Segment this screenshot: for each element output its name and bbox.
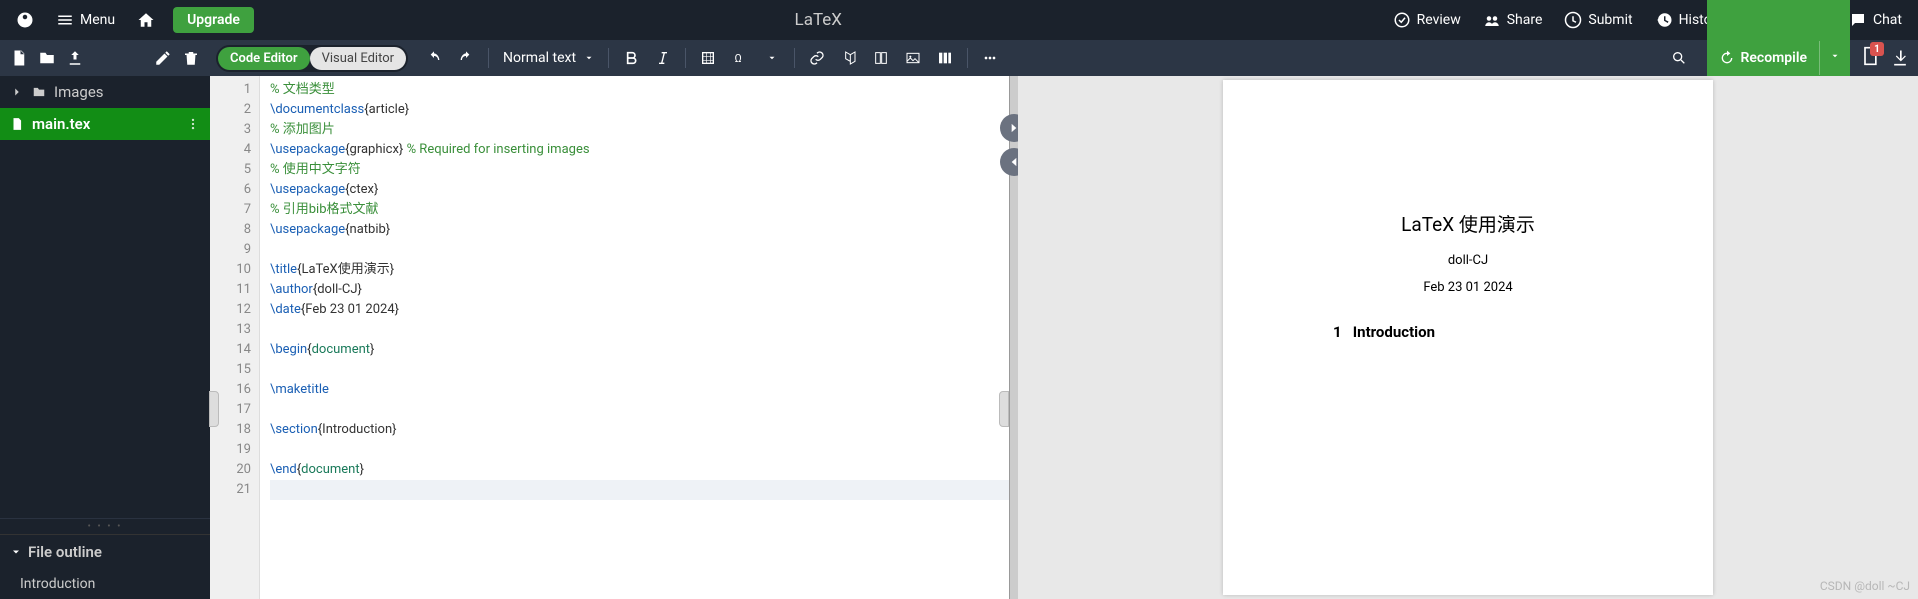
undo-button[interactable] — [420, 44, 448, 72]
code-line[interactable]: \usepackage{ctex} — [270, 180, 1009, 200]
doc-title: LaTeX 使用演示 — [1273, 210, 1663, 237]
main-area: Images main.tex • • • • File outline Int… — [0, 76, 1918, 599]
upload-icon[interactable] — [66, 49, 84, 67]
collapse-right-button[interactable] — [999, 391, 1009, 427]
math-button[interactable]: Ω — [726, 44, 754, 72]
text-style-dropdown[interactable]: Normal text — [497, 46, 600, 70]
file-label: main.tex — [32, 115, 90, 133]
watermark: CSDN @doll ~CJ — [1820, 579, 1910, 593]
home-button[interactable] — [127, 5, 165, 35]
code-area[interactable]: % 文档类型\documentclass{article}% 添加图片\usep… — [260, 76, 1009, 599]
code-editor[interactable]: 123456789101112131415161718192021 % 文档类型… — [210, 76, 1010, 599]
editor-mode-toggle[interactable]: Code Editor Visual Editor — [216, 45, 408, 72]
code-line[interactable]: \end{document} — [270, 460, 1009, 480]
code-line[interactable] — [270, 360, 1009, 380]
menu-button[interactable]: Menu — [46, 5, 125, 35]
refresh-icon — [1719, 50, 1735, 66]
file-tree: Images main.tex • • • • File outline Int… — [0, 76, 210, 599]
more-insert-button[interactable] — [758, 44, 786, 72]
chevron-down-icon — [1830, 48, 1840, 64]
logs-button[interactable]: 1 — [1860, 46, 1880, 70]
editor-preview-divider[interactable] — [1010, 76, 1018, 599]
chevron-right-icon — [10, 85, 24, 99]
code-line[interactable]: \author{doll-CJ} — [270, 280, 1009, 300]
collapse-left-button[interactable] — [209, 391, 219, 427]
pdf-preview[interactable]: LaTeX 使用演示 doll-CJ Feb 23 01 2024 1 Intr… — [1018, 76, 1918, 599]
outline-item[interactable]: Introduction — [0, 569, 210, 599]
topbar: Menu Upgrade LaTeX Review Share Submit H… — [0, 0, 1918, 40]
folder-label: Images — [54, 83, 104, 101]
file-row[interactable]: main.tex — [0, 108, 210, 140]
code-line[interactable] — [270, 440, 1009, 460]
visual-editor-tab[interactable]: Visual Editor — [310, 47, 406, 70]
code-editor-tab[interactable]: Code Editor — [218, 47, 310, 70]
new-folder-icon[interactable] — [38, 49, 56, 67]
share-button[interactable]: Share — [1473, 5, 1553, 35]
upgrade-button[interactable]: Upgrade — [173, 7, 254, 33]
ref-button[interactable] — [867, 44, 895, 72]
doc-section: 1 Introduction — [1273, 323, 1663, 341]
compile-toolbar: Recompile 1 — [1699, 40, 1918, 76]
review-button[interactable]: Review — [1383, 5, 1471, 35]
filetree-toolbar — [0, 40, 210, 76]
more-button[interactable] — [976, 44, 1004, 72]
file-icon — [10, 117, 24, 131]
code-line[interactable]: \section{Introduction} — [270, 420, 1009, 440]
code-line[interactable] — [270, 400, 1009, 420]
folder-row[interactable]: Images — [0, 76, 210, 108]
rename-icon[interactable] — [154, 49, 172, 67]
doc-author: doll-CJ — [1273, 253, 1663, 268]
table-button[interactable] — [694, 44, 722, 72]
delete-icon[interactable] — [182, 49, 200, 67]
code-line[interactable]: \title{LaTeX使用演示} — [270, 260, 1009, 280]
menu-label: Menu — [80, 12, 115, 28]
download-pdf-button[interactable] — [1890, 48, 1910, 68]
code-line[interactable] — [270, 320, 1009, 340]
search-button[interactable] — [1665, 44, 1693, 72]
error-badge: 1 — [1870, 42, 1884, 56]
code-line[interactable]: \documentclass{article} — [270, 100, 1009, 120]
code-line[interactable]: \usepackage{graphicx} % Required for ins… — [270, 140, 1009, 160]
code-line[interactable]: % 文档类型 — [270, 80, 1009, 100]
submit-button[interactable]: Submit — [1554, 5, 1642, 35]
line-numbers: 123456789101112131415161718192021 — [210, 76, 260, 599]
code-line[interactable]: \maketitle — [270, 380, 1009, 400]
italic-button[interactable] — [649, 44, 677, 72]
svg-text:Ω: Ω — [735, 52, 742, 65]
code-line[interactable]: % 添加图片 — [270, 120, 1009, 140]
code-line[interactable] — [270, 240, 1009, 260]
link-button[interactable] — [803, 44, 831, 72]
cite-button[interactable] — [835, 44, 863, 72]
doc-date: Feb 23 01 2024 — [1273, 280, 1663, 295]
toolbar: Code Editor Visual Editor Normal text Ω … — [0, 40, 1918, 76]
code-line[interactable]: % 引用bib格式文献 — [270, 200, 1009, 220]
app-logo[interactable] — [6, 5, 44, 35]
panel-resize-handle[interactable]: • • • • — [0, 518, 210, 534]
code-line[interactable] — [270, 480, 1009, 500]
image-button[interactable] — [899, 44, 927, 72]
project-title: LaTeX — [254, 10, 1383, 30]
file-more-icon[interactable] — [186, 117, 200, 131]
chevron-down-icon — [767, 50, 777, 66]
new-file-icon[interactable] — [10, 49, 28, 67]
editor-toolbar: Code Editor Visual Editor Normal text Ω — [210, 40, 1699, 76]
folder-icon — [32, 85, 46, 99]
redo-button[interactable] — [452, 44, 480, 72]
bold-button[interactable] — [617, 44, 645, 72]
chevron-down-icon — [584, 50, 594, 66]
columns-button[interactable] — [931, 44, 959, 72]
chevron-down-icon — [10, 546, 22, 558]
recompile-dropdown[interactable] — [1819, 41, 1850, 75]
pdf-page: LaTeX 使用演示 doll-CJ Feb 23 01 2024 1 Intr… — [1223, 80, 1713, 595]
code-line[interactable]: \usepackage{natbib} — [270, 220, 1009, 240]
outline-header[interactable]: File outline — [0, 534, 210, 569]
code-line[interactable]: \date{Feb 23 01 2024} — [270, 300, 1009, 320]
code-line[interactable]: % 使用中文字符 — [270, 160, 1009, 180]
code-line[interactable]: \begin{document} — [270, 340, 1009, 360]
